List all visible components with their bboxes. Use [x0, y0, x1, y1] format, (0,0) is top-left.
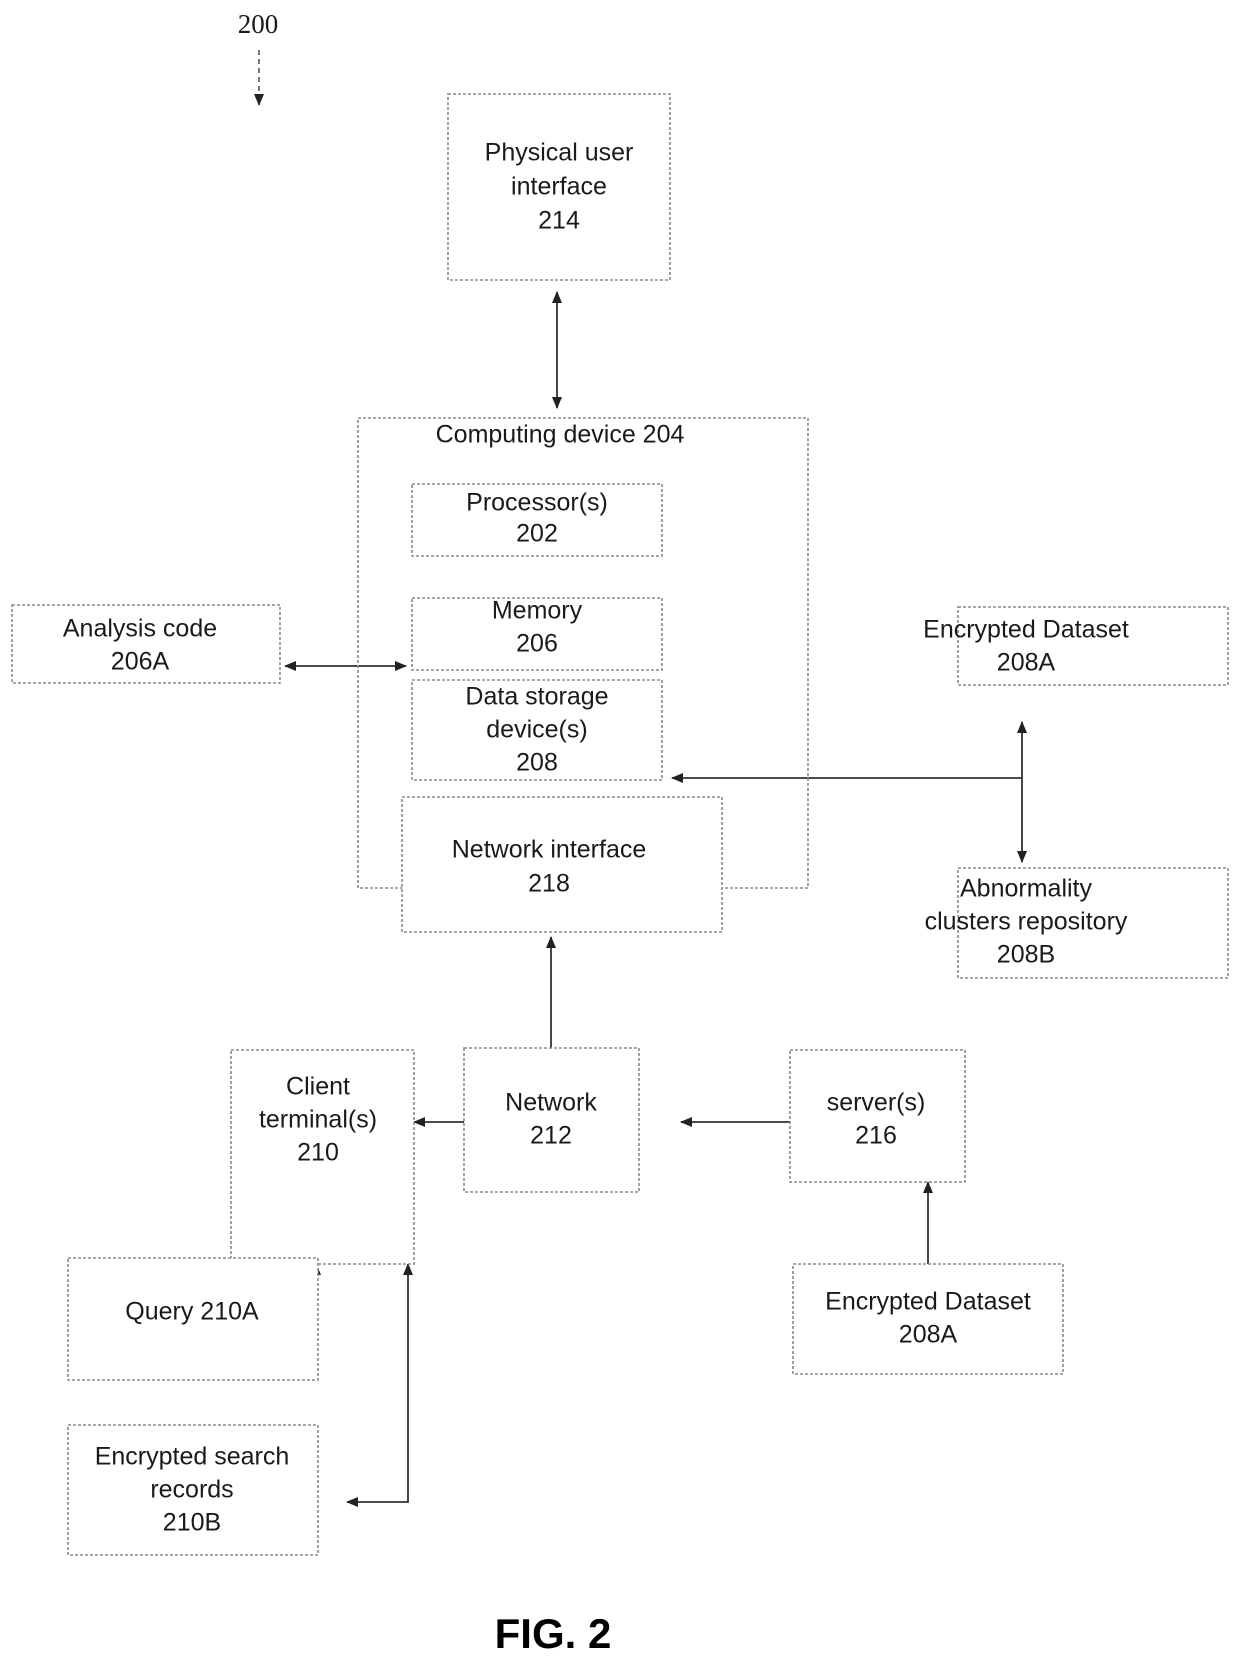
analysis-code-label: Analysis code: [63, 615, 217, 643]
physical-user-interface-ref: 214: [538, 207, 580, 235]
node-encrypted-search-records[interactable]: Encrypted search records 210B: [67, 1424, 319, 1556]
node-servers[interactable]: server(s) 216: [789, 1049, 966, 1183]
encrypted-dataset-bottom-label: Encrypted Dataset: [825, 1288, 1031, 1316]
encrypted-dataset-right-label: Encrypted Dataset: [923, 616, 1129, 644]
node-client-terminals[interactable]: Client terminal(s) 210: [230, 1049, 415, 1265]
servers-ref: 216: [855, 1122, 897, 1150]
node-query[interactable]: Query 210A: [67, 1257, 319, 1381]
node-data-storage[interactable]: Data storage device(s) 208: [411, 679, 663, 781]
physical-user-interface-label-line1: Physical user: [485, 139, 634, 167]
network-interface-ref: 218: [528, 870, 570, 898]
node-physical-user-interface[interactable]: Physical user interface 214: [447, 93, 671, 281]
network-box[interactable]: [463, 1047, 640, 1193]
abnormality-clusters-ref: 208B: [997, 941, 1055, 969]
computing-device-title: Computing device 204: [436, 421, 685, 449]
node-network[interactable]: Network 212: [463, 1047, 640, 1193]
network-interface-label: Network interface: [452, 836, 647, 864]
encrypted-dataset-bottom-ref: 208A: [899, 1321, 958, 1349]
physical-user-interface-label-line2: interface: [511, 173, 607, 201]
client-terminals-label-line2: terminal(s): [259, 1106, 377, 1134]
node-encrypted-dataset-bottom[interactable]: Encrypted Dataset 208A: [792, 1263, 1064, 1375]
connector-encrypted-search-records-to-client: [346, 1263, 413, 1507]
node-network-interface[interactable]: Network interface 218: [401, 796, 723, 933]
encrypted-dataset-bottom-box[interactable]: [792, 1263, 1064, 1375]
data-storage-label-line1: Data storage: [465, 683, 608, 711]
encrypted-search-records-label-line2: records: [150, 1476, 233, 1504]
network-ref: 212: [530, 1122, 572, 1150]
data-storage-label-line2: device(s): [486, 716, 587, 744]
memory-label: Memory: [492, 597, 583, 625]
encrypted-search-records-ref: 210B: [163, 1509, 221, 1537]
encrypted-dataset-right-ref: 208A: [997, 649, 1056, 677]
processors-ref: 202: [516, 520, 558, 548]
node-encrypted-dataset-right[interactable]: Encrypted Dataset 208A: [923, 606, 1229, 686]
analysis-code-ref: 206A: [111, 648, 170, 676]
abnormality-clusters-label-line2: clusters repository: [925, 908, 1128, 936]
node-analysis-code[interactable]: Analysis code 206A: [11, 604, 281, 684]
abnormality-clusters-label-line1: Abnormality: [960, 875, 1092, 903]
client-terminals-label-line1: Client: [286, 1073, 350, 1101]
client-terminals-ref: 210: [297, 1139, 339, 1167]
diagram-ref-number: 200: [238, 9, 279, 39]
figure-caption: FIG. 2: [495, 1610, 612, 1657]
system-architecture-diagram: 200 Computing device 204 Physical user i…: [11, 9, 1229, 1657]
encrypted-search-records-label-line1: Encrypted search: [95, 1443, 290, 1471]
processors-label: Processor(s): [466, 489, 608, 517]
node-abnormality-clusters[interactable]: Abnormality clusters repository 208B: [925, 867, 1229, 979]
node-memory[interactable]: Memory 206: [411, 597, 663, 671]
memory-ref: 206: [516, 630, 558, 658]
network-interface-box[interactable]: [401, 796, 723, 933]
query-label: Query 210A: [125, 1298, 259, 1326]
network-label: Network: [505, 1089, 597, 1117]
data-storage-ref: 208: [516, 749, 558, 777]
node-processors[interactable]: Processor(s) 202: [411, 483, 663, 557]
servers-label: server(s): [827, 1089, 926, 1117]
